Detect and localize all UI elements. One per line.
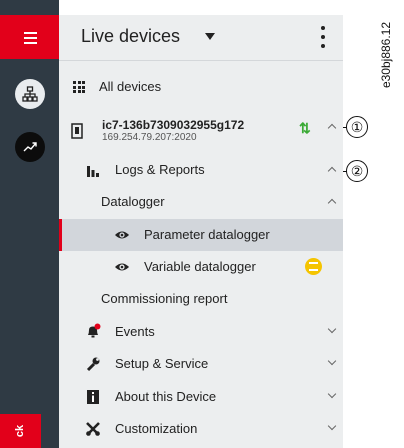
network-icon	[22, 86, 38, 102]
wrench-icon	[86, 357, 100, 372]
chevron-up-icon[interactable]	[327, 198, 337, 208]
chevron-down-icon[interactable]	[327, 356, 337, 366]
logs-reports-item[interactable]: Logs & Reports	[59, 154, 343, 186]
setup-service-item[interactable]: Setup & Service	[59, 348, 343, 380]
customization-item[interactable]: Customization	[59, 413, 343, 445]
setup-service-label: Setup & Service	[115, 356, 209, 371]
chevron-down-icon[interactable]	[327, 324, 337, 334]
commissioning-report-item[interactable]: Commissioning report	[59, 283, 343, 315]
devices-rail-button[interactable]	[15, 79, 45, 109]
chevron-down-icon[interactable]	[327, 389, 337, 399]
trend-rail-button[interactable]	[15, 132, 45, 162]
variable-datalogger-item[interactable]: Variable datalogger	[59, 251, 343, 283]
about-device-item[interactable]: About this Device	[59, 381, 343, 413]
all-devices-item[interactable]: All devices	[59, 71, 343, 103]
filter-warning-icon	[305, 258, 322, 275]
menu-button[interactable]	[0, 15, 59, 59]
eye-icon	[115, 231, 129, 239]
events-item[interactable]: Events	[59, 316, 343, 348]
left-rail: ck	[0, 0, 59, 448]
commissioning-report-label: Commissioning report	[101, 291, 228, 306]
logs-reports-label: Logs & Reports	[115, 162, 205, 177]
drive-icon	[71, 123, 83, 139]
customization-label: Customization	[115, 421, 198, 436]
callout-1: ①	[346, 116, 368, 138]
document-id: e30bj886.12	[379, 21, 393, 89]
variable-datalogger-label: Variable datalogger	[144, 259, 256, 274]
events-label: Events	[115, 324, 155, 339]
device-name: ic7-136b7309032955g172	[102, 118, 245, 132]
info-icon	[87, 390, 99, 404]
bottom-rail-tab[interactable]: ck	[0, 414, 41, 448]
trend-icon	[23, 142, 37, 152]
parameter-datalogger-label: Parameter datalogger	[144, 227, 270, 242]
bell-alert-icon	[88, 323, 101, 338]
device-navigation-panel: Live devices All devices ic7-136b7309032…	[59, 15, 343, 448]
grid-icon	[73, 81, 85, 93]
datalogger-item[interactable]: Datalogger	[59, 186, 343, 218]
datalogger-label: Datalogger	[101, 194, 165, 209]
eye-icon	[115, 263, 129, 271]
parameter-datalogger-item[interactable]: Parameter datalogger	[59, 219, 343, 251]
tools-icon	[86, 422, 100, 436]
all-devices-label: All devices	[99, 79, 162, 94]
kebab-menu-icon[interactable]	[319, 26, 327, 48]
page-title[interactable]: Live devices	[81, 26, 180, 47]
device-item[interactable]: ic7-136b7309032955g172 169.254.79.207:20…	[59, 111, 343, 151]
panel-header: Live devices	[59, 15, 343, 61]
chevron-down-icon[interactable]	[327, 421, 337, 431]
hamburger-icon	[24, 32, 37, 34]
callout-2: ②	[346, 160, 368, 182]
chevron-up-icon[interactable]	[327, 166, 337, 176]
bar-chart-icon	[87, 166, 99, 177]
device-ip: 169.254.79.207:2020	[102, 132, 197, 143]
about-device-label: About this Device	[115, 389, 217, 404]
caret-down-icon[interactable]	[205, 33, 215, 40]
sort-arrows-icon: ⇅	[299, 120, 311, 136]
chevron-up-icon[interactable]	[327, 123, 337, 133]
